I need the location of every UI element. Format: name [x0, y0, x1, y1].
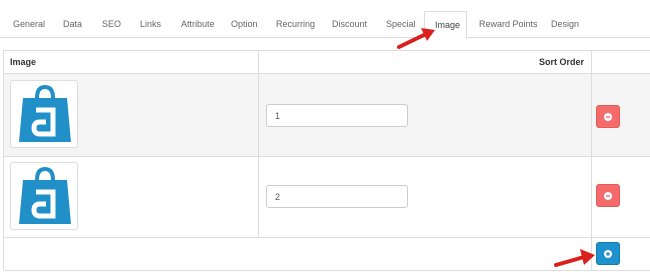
sort-order-input[interactable] [266, 185, 408, 208]
sort-order-input[interactable] [266, 104, 408, 127]
tab-design[interactable]: Design [541, 11, 589, 38]
remove-image-button[interactable] [596, 184, 620, 207]
tab-bar: General Data SEO Links Attribute Option … [0, 0, 650, 39]
column-divider [591, 51, 592, 271]
row-divider [4, 237, 650, 238]
shopping-bag-logo-icon [19, 84, 71, 142]
tab-general[interactable]: General [3, 11, 55, 38]
shopping-bag-logo-icon [19, 166, 71, 224]
tab-option[interactable]: Option [221, 11, 268, 38]
image-table: Image Sort Order [3, 50, 650, 271]
header-divider [4, 73, 650, 74]
tab-reward-points[interactable]: Reward Points [469, 11, 548, 38]
plus-circle-icon [604, 250, 612, 258]
column-header-image: Image [10, 57, 37, 67]
add-image-button[interactable] [596, 242, 620, 265]
tab-data[interactable]: Data [53, 11, 92, 38]
red-arrow-icon [554, 249, 595, 267]
product-image-thumbnail[interactable] [10, 162, 78, 230]
row-divider [4, 156, 650, 157]
tab-links[interactable]: Links [130, 11, 171, 38]
remove-image-button[interactable] [596, 105, 620, 128]
product-image-thumbnail[interactable] [10, 80, 78, 148]
red-arrow-icon [397, 28, 435, 49]
tab-discount[interactable]: Discount [322, 11, 377, 38]
minus-circle-icon [604, 113, 612, 121]
minus-circle-icon [604, 192, 612, 200]
table-bottom-border [4, 270, 650, 271]
column-divider [258, 51, 259, 237]
tab-attribute[interactable]: Attribute [171, 11, 225, 38]
column-header-sort-order: Sort Order [538, 57, 584, 67]
tab-recurring[interactable]: Recurring [266, 11, 325, 38]
tab-seo[interactable]: SEO [92, 11, 131, 38]
